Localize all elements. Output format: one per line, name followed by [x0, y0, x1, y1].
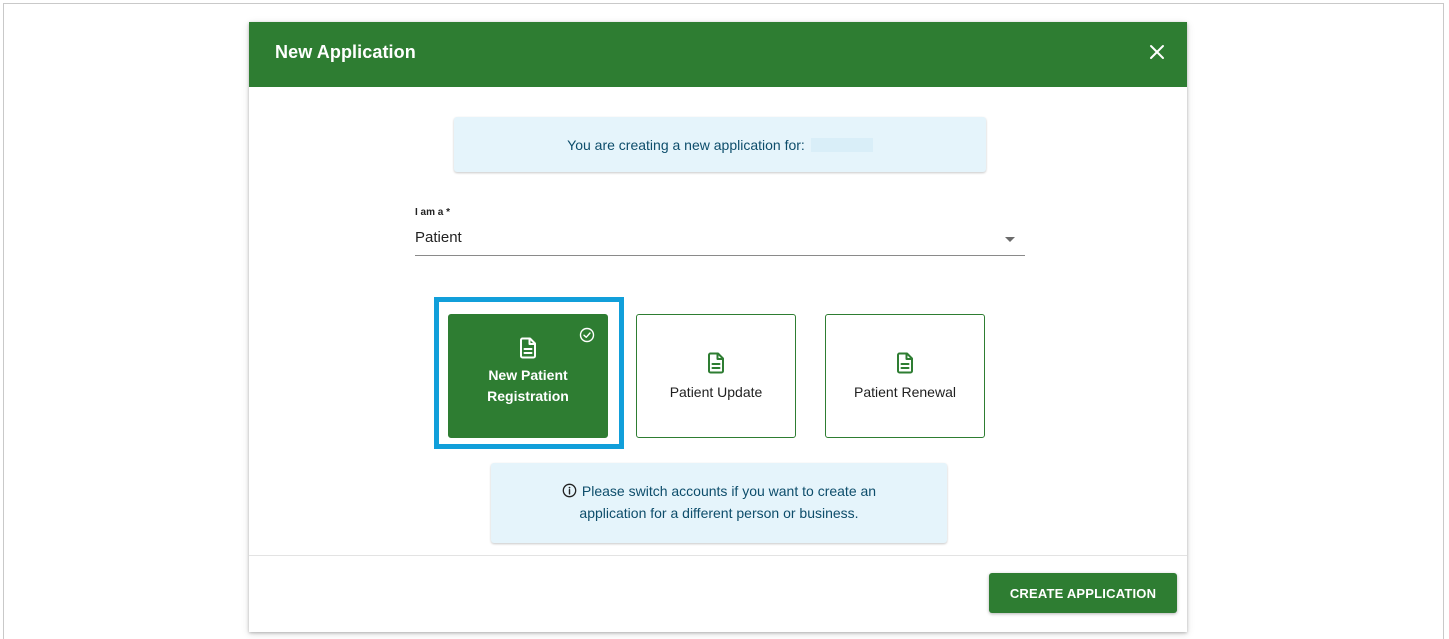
role-select[interactable]: I am a * Patient [415, 207, 1025, 256]
option-patient-update[interactable]: Patient Update [636, 314, 796, 438]
option-label: Patient Update [669, 384, 763, 400]
account-name-redacted [810, 137, 873, 152]
dialog-title: New Application [275, 42, 416, 62]
close-icon[interactable] [1147, 42, 1167, 62]
option-label: Patient Renewal [854, 384, 956, 400]
account-info-text: You are creating a new application for: [567, 136, 805, 153]
chevron-down-icon [1005, 237, 1015, 242]
document-icon [708, 352, 724, 374]
dialog-header: New Application [249, 22, 1187, 87]
notice-text-line-2: application for a different person or bu… [579, 505, 859, 521]
check-circle-icon [579, 327, 595, 343]
role-select-value: Patient [415, 229, 462, 246]
notice-line-1: Please switch accounts if you want to cr… [491, 480, 947, 502]
info-icon [562, 483, 577, 498]
option-new-patient-registration[interactable]: New Patient Registration [448, 314, 608, 438]
notice-text-line-1: Please switch accounts if you want to cr… [581, 483, 877, 499]
option-patient-renewal[interactable]: Patient Renewal [825, 314, 985, 438]
account-info-banner: You are creating a new application for: [454, 117, 986, 172]
option-label: New Patient Registration [487, 367, 569, 404]
footer-divider [249, 555, 1187, 556]
document-icon [897, 352, 913, 374]
switch-accounts-notice: Please switch accounts if you want to cr… [491, 463, 947, 543]
create-application-button[interactable]: CREATE APPLICATION [989, 573, 1177, 613]
document-icon [520, 337, 536, 359]
role-select-label: I am a * [415, 207, 451, 218]
new-application-dialog: New Application You are creating a new a… [249, 22, 1187, 632]
